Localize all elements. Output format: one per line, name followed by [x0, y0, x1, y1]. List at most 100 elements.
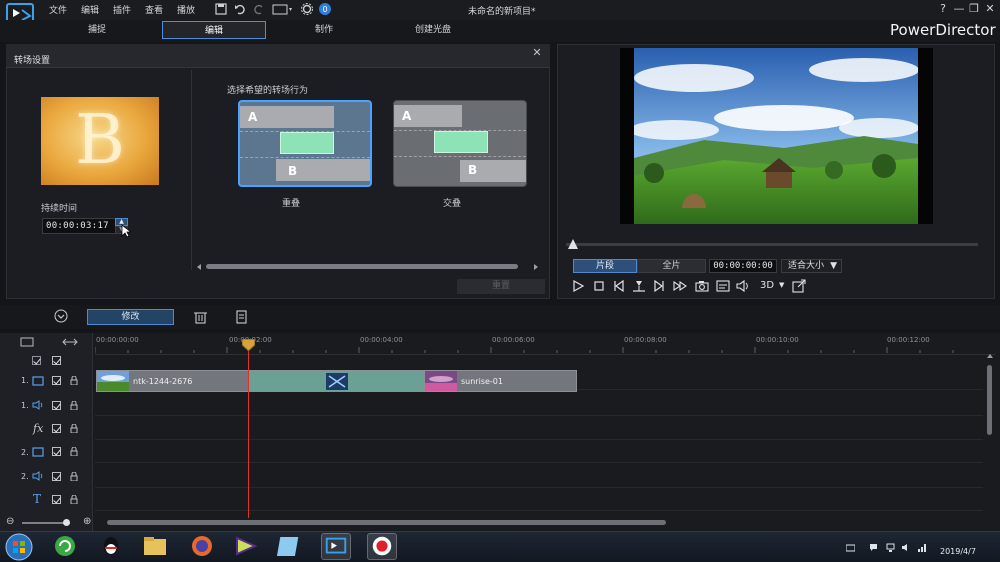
update-badge-icon[interactable]: 0 — [318, 2, 332, 16]
ruler-tick: 00:00:04:00 — [360, 336, 403, 344]
lock-icon[interactable] — [70, 424, 78, 433]
previous-frame-icon[interactable] — [612, 279, 626, 293]
zoom-out-icon[interactable]: ⊖ — [6, 516, 14, 527]
transition-icon[interactable] — [326, 373, 348, 390]
audio-track-1-checkbox[interactable] — [52, 401, 61, 410]
firefox-icon[interactable] — [187, 533, 217, 560]
undock-preview-icon[interactable] — [792, 279, 806, 293]
menu-view[interactable]: 查看 — [145, 3, 163, 16]
video-track-2-checkbox[interactable] — [52, 447, 61, 456]
lock-icon[interactable] — [70, 401, 78, 410]
refresh-app-icon[interactable] — [50, 533, 80, 560]
start-button-icon[interactable] — [4, 532, 34, 562]
document-app-icon[interactable] — [275, 533, 305, 560]
file-explorer-icon[interactable] — [140, 533, 170, 560]
split-marker-icon[interactable] — [632, 279, 646, 293]
seek-knob[interactable] — [568, 239, 578, 249]
audio-track-1-lane[interactable] — [95, 394, 983, 416]
tab-capture[interactable]: 捕捉 — [45, 21, 149, 39]
trash-icon[interactable] — [194, 310, 207, 324]
cross-option[interactable]: A B — [393, 100, 527, 187]
panel-header — [6, 44, 550, 68]
lock-icon[interactable] — [70, 447, 78, 456]
movie-mode-button[interactable]: 全片 — [637, 259, 706, 273]
mode-tab-bar — [0, 20, 1000, 42]
ruler-tick: 00:00:00:00 — [96, 336, 139, 344]
title-track-checkbox[interactable] — [52, 495, 61, 504]
reset-button[interactable]: 重置 — [457, 279, 545, 294]
panel-scroll-thumb[interactable] — [206, 264, 518, 269]
zoom-slider-knob[interactable] — [63, 519, 70, 526]
zoom-in-icon[interactable]: ⊕ — [83, 516, 91, 527]
help-button[interactable]: ? — [936, 2, 950, 16]
fit-timeline-icon[interactable] — [62, 337, 78, 347]
timeline-hscroll-thumb[interactable] — [107, 520, 666, 525]
qq-icon[interactable] — [96, 533, 126, 560]
menu-edit[interactable]: 编辑 — [81, 3, 99, 16]
save-icon[interactable] — [214, 2, 228, 16]
redo-icon[interactable] — [252, 2, 266, 16]
menu-file[interactable]: 文件 — [49, 3, 67, 16]
modify-button[interactable]: 修改 — [87, 309, 174, 325]
preview-timecode[interactable]: 00:00:00:00 — [709, 259, 777, 273]
preview-landscape-image — [634, 48, 918, 224]
next-frame-icon[interactable] — [652, 279, 666, 293]
fit-size-select[interactable]: 适合大小 ▼ — [781, 259, 842, 273]
timeline-vscroll-thumb[interactable] — [987, 365, 992, 435]
duration-value: 00:00:03:17 — [46, 221, 109, 231]
subtitles-icon[interactable] — [716, 279, 730, 293]
fx-track-lane[interactable] — [95, 418, 983, 440]
tab-produce[interactable]: 制作 — [272, 21, 376, 39]
restore-button[interactable]: ❐ — [967, 2, 981, 16]
network-tray-icon[interactable] — [886, 543, 895, 552]
video-track-1-checkbox[interactable] — [52, 376, 61, 385]
clip-mode-button[interactable]: 片段 — [573, 259, 637, 273]
snapshot-camera-icon[interactable] — [695, 279, 709, 293]
more-functions-icon[interactable] — [235, 310, 248, 324]
close-icon[interactable]: ✕ — [530, 46, 544, 60]
track-header-column — [0, 333, 93, 531]
master-track-box[interactable] — [32, 356, 41, 365]
collapse-panel-icon[interactable] — [54, 309, 68, 323]
screen-recorder-icon[interactable] — [367, 533, 397, 560]
signal-tray-icon[interactable] — [918, 543, 927, 552]
cross-caption: 交叠 — [442, 199, 461, 209]
menu-play[interactable]: 播放 — [177, 3, 195, 16]
video-track-2-lane[interactable] — [95, 441, 983, 463]
window-title: 未命名的新项目* — [468, 7, 536, 17]
volume-tray-icon[interactable] — [902, 543, 911, 552]
tab-edit[interactable]: 编辑 — [162, 21, 266, 39]
overlap-option[interactable]: A B — [238, 100, 372, 187]
cross-label-b: B — [468, 163, 478, 177]
audio-track-2-checkbox[interactable] — [52, 472, 61, 481]
action-center-icon[interactable] — [869, 543, 878, 552]
preview-seek-track[interactable] — [566, 243, 978, 246]
fx-track-checkbox[interactable] — [52, 424, 61, 433]
lock-icon[interactable] — [70, 376, 78, 385]
undo-icon[interactable] — [233, 2, 247, 16]
taskbar-date: 2019/4/7 — [940, 547, 976, 556]
lock-icon[interactable] — [70, 495, 78, 504]
minimize-button[interactable]: — — [952, 2, 966, 16]
master-enable-checkbox[interactable] — [52, 356, 61, 365]
track-view-icon[interactable] — [20, 337, 34, 347]
chevron-down-icon[interactable]: ▼ — [779, 281, 784, 289]
audio-track-2-lane[interactable] — [95, 466, 983, 488]
settings-gear-icon[interactable] — [300, 2, 314, 16]
menu-plugins[interactable]: 插件 — [113, 3, 131, 16]
volume-icon[interactable] — [736, 279, 750, 293]
stop-icon[interactable] — [592, 279, 606, 293]
thumbnail-letter: B — [75, 101, 125, 180]
aspect-ratio-icon[interactable] — [272, 2, 294, 16]
play-icon[interactable] — [571, 279, 585, 293]
tab-create-disc[interactable]: 创建光盘 — [381, 21, 485, 39]
lock-icon[interactable] — [70, 472, 78, 481]
playhead-handle[interactable] — [242, 339, 255, 351]
fast-forward-icon[interactable] — [673, 279, 687, 293]
keyboard-tray-icon[interactable] — [846, 543, 855, 552]
close-window-button[interactable]: ✕ — [983, 2, 997, 16]
powerdirector-taskbar-icon[interactable] — [321, 533, 351, 560]
title-track-lane[interactable] — [95, 489, 983, 511]
3d-mode-button[interactable]: 3D — [760, 280, 774, 291]
media-player-icon[interactable] — [231, 533, 261, 560]
